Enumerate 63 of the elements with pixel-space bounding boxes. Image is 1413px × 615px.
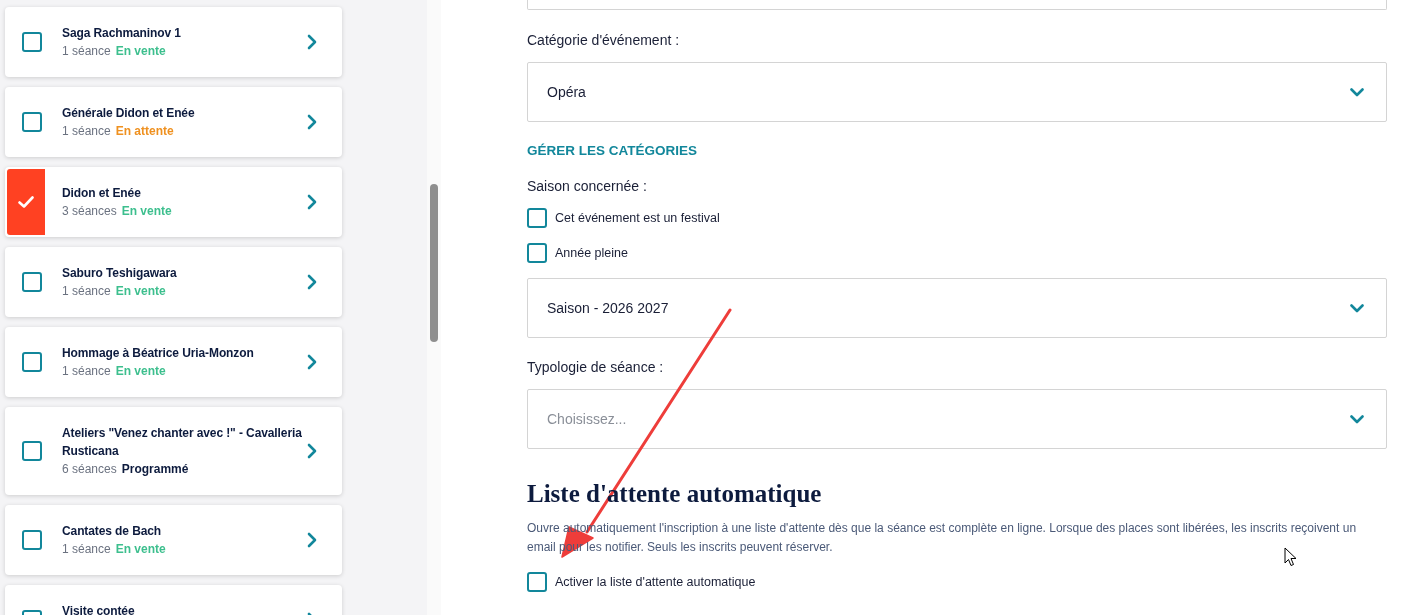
checkbox[interactable] [527, 243, 547, 263]
chevron-right-icon [307, 114, 317, 130]
field-label: Typologie de séance : [527, 358, 664, 377]
chevron-down-icon [1350, 303, 1364, 313]
chevron-right-icon [307, 274, 317, 290]
checkbox[interactable] [22, 352, 42, 372]
field-label: Saison concernée : [527, 177, 647, 196]
session-count: 3 séances [62, 203, 117, 220]
checkbox[interactable] [22, 272, 42, 292]
season-select[interactable]: Saison - 2026 2027 [527, 278, 1387, 338]
chevron-down-icon [1350, 87, 1364, 97]
event-card[interactable]: Générale Didon et Enée 1 séance En attente [5, 87, 342, 157]
checkbox[interactable] [527, 208, 547, 228]
chevron-right-icon [307, 443, 317, 459]
category-select[interactable]: Opéra [527, 62, 1387, 122]
event-status: Programmé [121, 461, 189, 478]
checkbox-label: Année pleine [555, 245, 628, 262]
event-status: En vente [115, 363, 166, 380]
checkbox[interactable] [7, 169, 45, 235]
checkbox-label: Activer la liste d'attente automatique [555, 574, 756, 591]
chevron-right-icon [307, 34, 317, 50]
input-field[interactable] [527, 0, 1387, 10]
mouse-pointer-icon [1284, 547, 1297, 567]
checkbox[interactable] [22, 32, 42, 52]
session-count: 1 séance [62, 541, 111, 558]
checkbox[interactable] [22, 112, 42, 132]
chevron-right-icon [307, 532, 317, 548]
chevron-right-icon [307, 354, 317, 370]
event-title: Visite contée [62, 603, 136, 615]
event-status: En vente [121, 203, 172, 220]
event-title: Cantates de Bach [62, 523, 163, 540]
event-card[interactable]: Saburo Teshigawara 1 séance En vente [5, 247, 342, 317]
event-card[interactable]: Saga Rachmaninov 1 1 séance En vente [5, 7, 342, 77]
field-label: Catégorie d'événement : [527, 31, 680, 50]
event-status: En vente [115, 43, 166, 60]
checkbox[interactable] [22, 441, 42, 461]
event-card[interactable]: Hommage à Béatrice Uria-Monzon 1 séance En vente [5, 327, 342, 397]
session-count: 1 séance [62, 123, 111, 140]
event-title: Saga Rachmaninov 1 [62, 25, 182, 42]
event-card[interactable]: Visite contée [5, 585, 342, 615]
scrollbar-thumb[interactable] [430, 184, 438, 342]
event-title: Ateliers "Venez chanter avec !" - Cavalleria Rusticana [62, 425, 303, 460]
event-card[interactable]: Ateliers "Venez chanter avec !" - Cavalleria Rusticana 6 séances Programmé [5, 407, 342, 495]
checkbox[interactable] [527, 572, 547, 592]
event-card[interactable]: Cantates de Bach 1 séance En vente [5, 505, 342, 575]
event-title: Générale Didon et Enée [62, 105, 196, 122]
event-card[interactable]: Didon et Enée 3 séances En vente [5, 167, 342, 237]
chevron-right-icon [307, 194, 317, 210]
check-icon [18, 196, 34, 208]
event-title: Saburo Teshigawara [62, 265, 178, 282]
event-status: En vente [115, 541, 166, 558]
manage-categories-link[interactable]: GÉRER LES CATÉGORIES [527, 141, 698, 161]
event-status: En attente [115, 123, 174, 140]
checkbox[interactable] [22, 530, 42, 550]
session-count: 1 séance [62, 283, 111, 300]
event-title: Didon et Enée [62, 185, 142, 202]
session-count: 1 séance [62, 363, 111, 380]
event-status: En vente [115, 283, 166, 300]
session-count: 6 séances [62, 461, 117, 478]
event-title: Hommage à Béatrice Uria-Monzon [62, 345, 255, 362]
chevron-down-icon [1350, 414, 1364, 424]
session-count: 1 séance [62, 43, 111, 60]
checkbox-label: Cet événement est un festival [555, 210, 720, 227]
